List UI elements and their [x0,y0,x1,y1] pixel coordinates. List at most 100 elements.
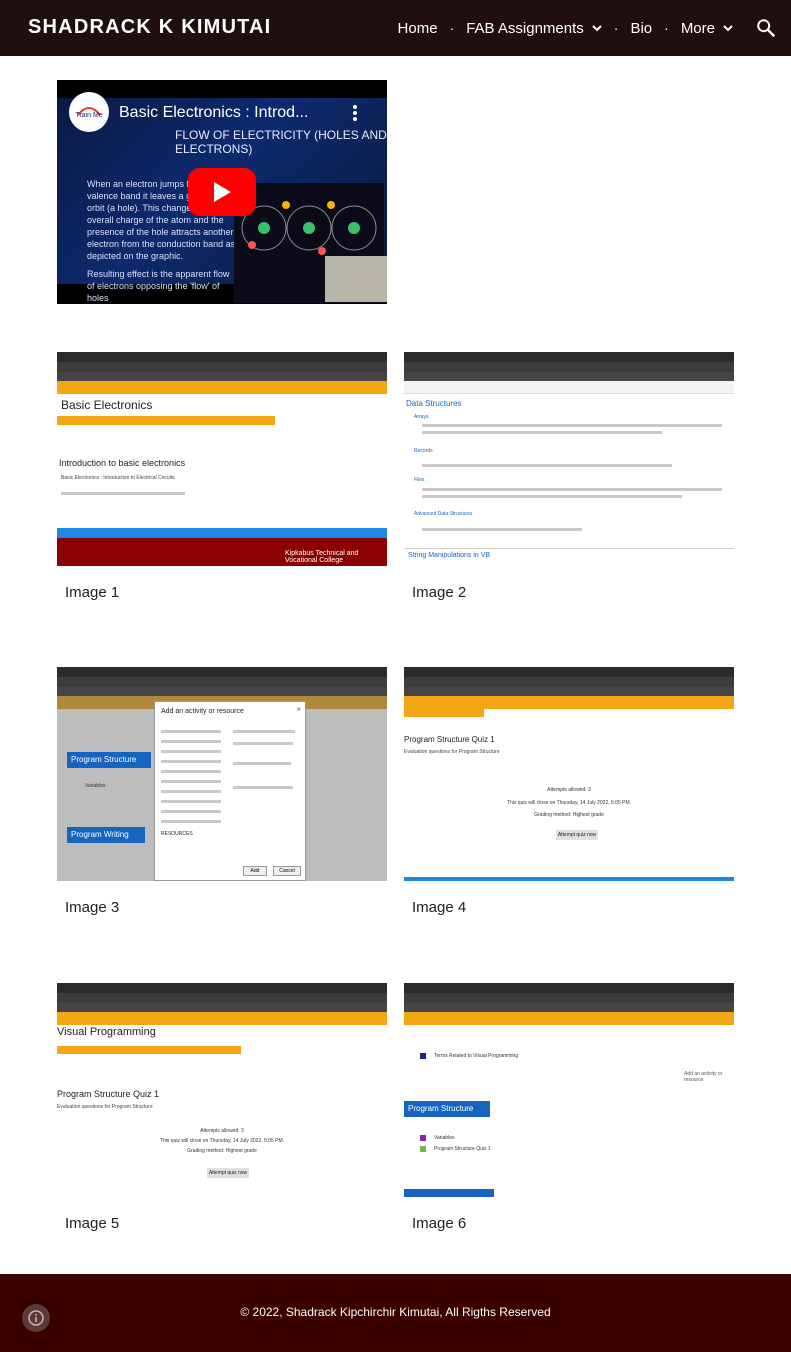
nav-separator: · [613,20,619,36]
video-title[interactable]: Basic Electronics : Introd... [119,104,329,122]
item-records: Records [414,448,433,454]
cancel-button[interactable]: Cancel [273,866,301,876]
text-line [161,820,221,823]
channel-logo[interactable]: Train Me [69,92,109,132]
text-line [233,762,291,765]
browser-tabs [404,362,734,372]
dialog-title: Add an activity or resource [161,708,244,715]
more-vert-icon[interactable] [353,105,357,121]
quiz-attempts: Attempts allowed: 3 [547,787,591,793]
nav-more[interactable]: More [681,20,733,37]
activity-dialog: Add an activity or resource × RESOURCES … [154,701,306,881]
gallery-thumb-3[interactable]: Program Structure Variables Program Writ… [57,667,387,881]
nav-home[interactable]: Home [398,20,438,37]
breadcrumb-bar [404,709,484,717]
gallery-caption-6: Image 6 [412,1215,467,1232]
browser-tabs [404,993,734,1003]
close-icon[interactable]: × [296,705,301,714]
next-section-header [404,1189,494,1197]
gallery-card-3: Program Structure Variables Program Writ… [57,667,387,916]
play-button[interactable] [188,168,256,216]
jump-to-bar [57,528,387,538]
gallery-thumb-4[interactable]: Program Structure Quiz 1 Evaluation ques… [404,667,734,881]
nav-separator: · [664,20,669,36]
text-line [233,730,295,733]
site-navbar [404,696,734,709]
text-line [161,790,221,793]
text-line [422,528,582,531]
text-line [422,464,672,467]
chevron-down-icon[interactable] [723,23,733,33]
gallery-card-4: Program Structure Quiz 1 Evaluation ques… [404,667,734,916]
chevron-down-icon[interactable] [592,23,602,33]
svg-text:Train Me: Train Me [75,112,102,119]
item-variables: Variables [85,783,106,789]
gallery-thumb-2[interactable]: Data Structures Arrays Records Files Adv… [404,352,734,566]
breadcrumb-bar [57,1046,241,1054]
gallery-thumb-1[interactable]: Basic Electronics Introduction to basic … [57,352,387,566]
add-button[interactable]: Add [243,866,267,876]
nav-fab-assignments[interactable]: FAB Assignments [466,20,602,37]
gallery-thumb-6[interactable]: Terms Related to Visual Programming Add … [404,983,734,1197]
site-header: SHADRACK K KIMUTAI Home · FAB Assignment… [0,0,791,56]
gallery-card-6: Terms Related to Visual Programming Add … [404,983,734,1232]
quiz-grading: Grading method: Highest grade [187,1148,257,1154]
footer-link: String Manipulations in VB [408,552,491,559]
quiz-title: Program Structure Quiz 1 [57,1089,160,1099]
text-line [161,810,221,813]
nav-bio[interactable]: Bio [630,20,652,37]
text-line [233,786,293,789]
quiz-sub: Evaluation questions for Program Structu… [57,1104,153,1110]
screen-heading: Basic Electronics [61,398,153,412]
copyright-text: © 2022, Shadrack Kipchirchir Kimutai, Al… [240,1305,551,1319]
text-line [161,800,221,803]
nav-fab-label: FAB Assignments [466,19,584,37]
screen-topic: Introduction to basic electronics [59,458,186,468]
resources-label: RESOURCES [161,831,193,837]
browser-titlebar [57,667,387,677]
nav-bio-label: Bio [630,19,653,37]
youtube-video-embed[interactable]: When an electron jumps from a valence ba… [57,80,387,304]
college-name: Kipkabus Technical and Vocational Colleg… [285,550,359,564]
nav-home-label: Home [397,19,438,37]
gallery-card-2: Data Structures Arrays Records Files Adv… [404,352,734,601]
browser-titlebar [57,983,387,993]
browser-titlebar [404,667,734,677]
text-line [422,431,662,434]
gallery-card-1: Basic Electronics Introduction to basic … [57,352,387,601]
add-activity-link[interactable]: Add an activity or resource [684,1071,734,1083]
quiz-close: This quiz will close on Thursday, 14 Jul… [159,1138,285,1144]
row-variables: Variables [434,1135,455,1141]
nav-more-label: More [680,19,715,37]
text-line [161,770,221,773]
browser-tabs [57,677,387,687]
search-icon[interactable] [755,17,777,39]
browser-tabs [57,362,387,372]
bottom-blue-bar [404,877,734,881]
gallery-caption-4: Image 4 [412,899,467,916]
gallery-caption-3: Image 3 [65,899,120,916]
play-icon [214,182,231,202]
browser-tabs [404,677,734,687]
attempt-quiz-button[interactable]: Attempt quiz now [207,1168,249,1178]
text-line [161,760,221,763]
item-files: Files [414,477,425,483]
quiz-close: This quiz will close on Thursday, 14 Jul… [506,800,632,806]
site-title[interactable]: SHADRACK K KIMUTAI [28,16,271,39]
quiz-title: Program Structure Quiz 1 [404,735,495,744]
site-navbar [404,381,734,394]
text-line [161,730,221,733]
screen-heading: Data Structures [406,399,462,408]
divider [404,548,734,549]
quiz-icon [420,1146,426,1152]
section-label-2: Program Writing [71,830,129,839]
gallery-caption-5: Image 5 [65,1215,120,1232]
browser-tabs [57,993,387,1003]
quiz-sub: Evaluation questions for Program Structu… [404,749,500,755]
attempt-quiz-button[interactable]: Attempt quiz now [556,830,598,840]
video-subtitle: FLOW OF ELECTRICITY (HOLES AND ELECTRONS… [175,128,387,156]
gallery-thumb-5[interactable]: Visual Programming Program Structure Qui… [57,983,387,1197]
browser-titlebar [404,983,734,993]
text-line [161,780,221,783]
text-line [161,750,221,753]
